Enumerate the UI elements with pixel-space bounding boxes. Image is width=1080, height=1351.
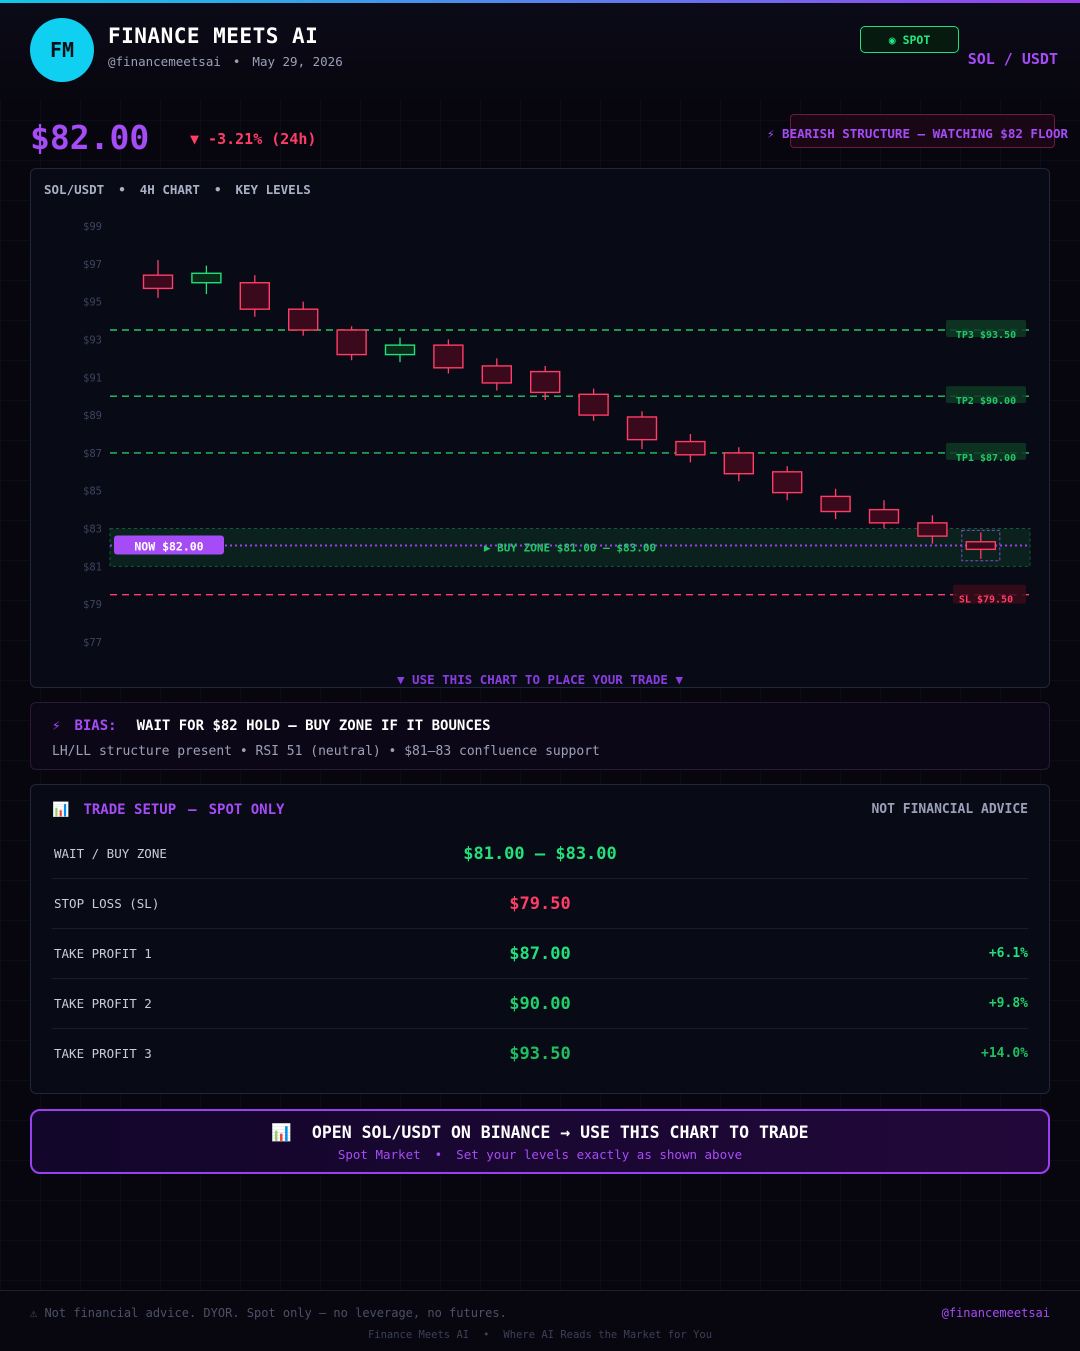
candle-body xyxy=(142,274,174,290)
candle-body xyxy=(433,344,464,369)
chart-icon: 📊 xyxy=(52,802,70,818)
candle-body xyxy=(723,452,754,475)
cta-main-text[interactable]: 📊 OPEN SOL/USDT ON BINANCE → USE THIS CHA… xyxy=(0,1123,1080,1143)
setup-row-percent: +9.8% xyxy=(988,996,1028,1011)
candle-body xyxy=(772,471,803,494)
candle-body xyxy=(384,344,416,356)
cta-label: OPEN SOL/USDT ON BINANCE → USE THIS CHAR… xyxy=(311,1123,809,1142)
level-label-tp3: TP3 $93.50 xyxy=(956,330,1016,341)
candle-body xyxy=(965,541,996,551)
level-label-sl: SL $79.50 xyxy=(959,595,1013,606)
bias-panel xyxy=(30,702,1050,770)
trade-setup-title: 📊 TRADE SETUP — SPOT ONLY xyxy=(52,802,284,818)
tagline-right: Where AI Reads the Market for You xyxy=(503,1329,713,1341)
y-tick-label: $97 xyxy=(83,259,102,271)
y-tick-label: $95 xyxy=(83,297,102,309)
y-tick-label: $81 xyxy=(83,561,102,573)
level-label-tp1: TP1 $87.00 xyxy=(956,453,1016,464)
setup-row: TAKE PROFIT 2 $90.00 +9.8% xyxy=(52,978,1028,1029)
setup-row-value: $81.00 – $83.00 xyxy=(463,844,617,864)
not-financial-advice: NOT FINANCIAL ADVICE xyxy=(871,802,1028,817)
separator-dot: • xyxy=(483,1329,490,1341)
candle-body xyxy=(481,365,512,384)
bias-line: ⚡ BIAS: WAIT FOR $82 HOLD — BUY ZONE IF IT… xyxy=(52,718,491,734)
bias-value: WAIT FOR $82 HOLD — BUY ZONE IF IT BOUNC… xyxy=(136,718,491,734)
setup-row-value: $93.50 xyxy=(509,1044,571,1064)
footer-disclaimer: ⚠ Not financial advice. DYOR. Spot only … xyxy=(30,1306,507,1320)
setup-row-value: $79.50 xyxy=(509,894,571,914)
level-label-tp2: TP2 $90.00 xyxy=(956,396,1016,407)
candle-body xyxy=(336,329,367,356)
y-tick-label: $93 xyxy=(83,334,102,346)
setup-row: TAKE PROFIT 3 $93.50 +14.0% xyxy=(52,1028,1028,1078)
y-tick-label: $87 xyxy=(83,448,102,460)
y-tick-label: $85 xyxy=(83,486,102,498)
setup-row-value: $90.00 xyxy=(509,994,571,1014)
cta-subtext: Spot Market • Set your levels exactly as s… xyxy=(0,1147,1080,1162)
setup-row: STOP LOSS (SL) $79.50 xyxy=(52,878,1028,929)
footer xyxy=(0,1290,1080,1351)
setup-row-percent: +14.0% xyxy=(981,1046,1028,1061)
buy-zone-label: ▶ BUY ZONE $81.00 – $83.00 xyxy=(484,541,656,554)
footer-tagline: Finance Meets AI • Where AI Reads the Mark… xyxy=(0,1329,1080,1341)
y-tick-label: $91 xyxy=(83,372,102,384)
candle-body xyxy=(239,282,271,310)
y-tick-label: $89 xyxy=(83,410,102,422)
candle-body xyxy=(191,272,222,284)
setup-row-percent: +6.1% xyxy=(988,946,1028,961)
candle-body xyxy=(820,495,851,513)
y-tick-label: $79 xyxy=(83,599,102,611)
setup-row: WAIT / BUY ZONE $81.00 – $83.00 xyxy=(52,828,1028,879)
setup-subtitle: SPOT ONLY xyxy=(208,802,285,818)
cta-sub-right: Set your levels exactly as shown above xyxy=(456,1147,743,1162)
cta-sub-left: Spot Market xyxy=(337,1147,421,1162)
candle-body xyxy=(675,440,706,456)
y-tick-label: $83 xyxy=(83,524,102,536)
bolt-icon: ⚡ xyxy=(52,718,61,734)
candle-body xyxy=(530,370,561,394)
y-tick-label: $99 xyxy=(83,221,102,233)
bias-label: BIAS: xyxy=(74,718,117,734)
setup-title-text: TRADE SETUP xyxy=(83,802,177,818)
tagline-left: Finance Meets AI xyxy=(367,1329,470,1341)
setup-dash: — xyxy=(188,802,197,818)
chart-icon: 📊 xyxy=(271,1123,292,1142)
footer-handle[interactable]: @financemeetsai xyxy=(942,1306,1050,1320)
chart-footer-hint: ▼ USE THIS CHART TO PLACE YOUR TRADE ▼ xyxy=(397,672,683,687)
now-label: NOW $82.00 xyxy=(134,539,203,553)
bias-detail: LH/LL structure present • RSI 51 (neutra… xyxy=(52,744,600,759)
candle-body xyxy=(868,508,900,524)
candle-body xyxy=(626,416,658,441)
y-tick-label: $77 xyxy=(83,637,102,649)
candle-body xyxy=(288,308,319,331)
candlestick-chart: $99 $97 $95 $93 $91 $89 $87 $85 $83 $81 $79 $77 TP3 … xyxy=(83,221,1031,649)
setup-row: TAKE PROFIT 1 $87.00 +6.1% xyxy=(52,928,1028,979)
setup-row-value: $87.00 xyxy=(509,944,571,964)
candle-body xyxy=(578,393,609,416)
separator-dot: • xyxy=(434,1147,443,1162)
candle-body xyxy=(917,522,948,537)
